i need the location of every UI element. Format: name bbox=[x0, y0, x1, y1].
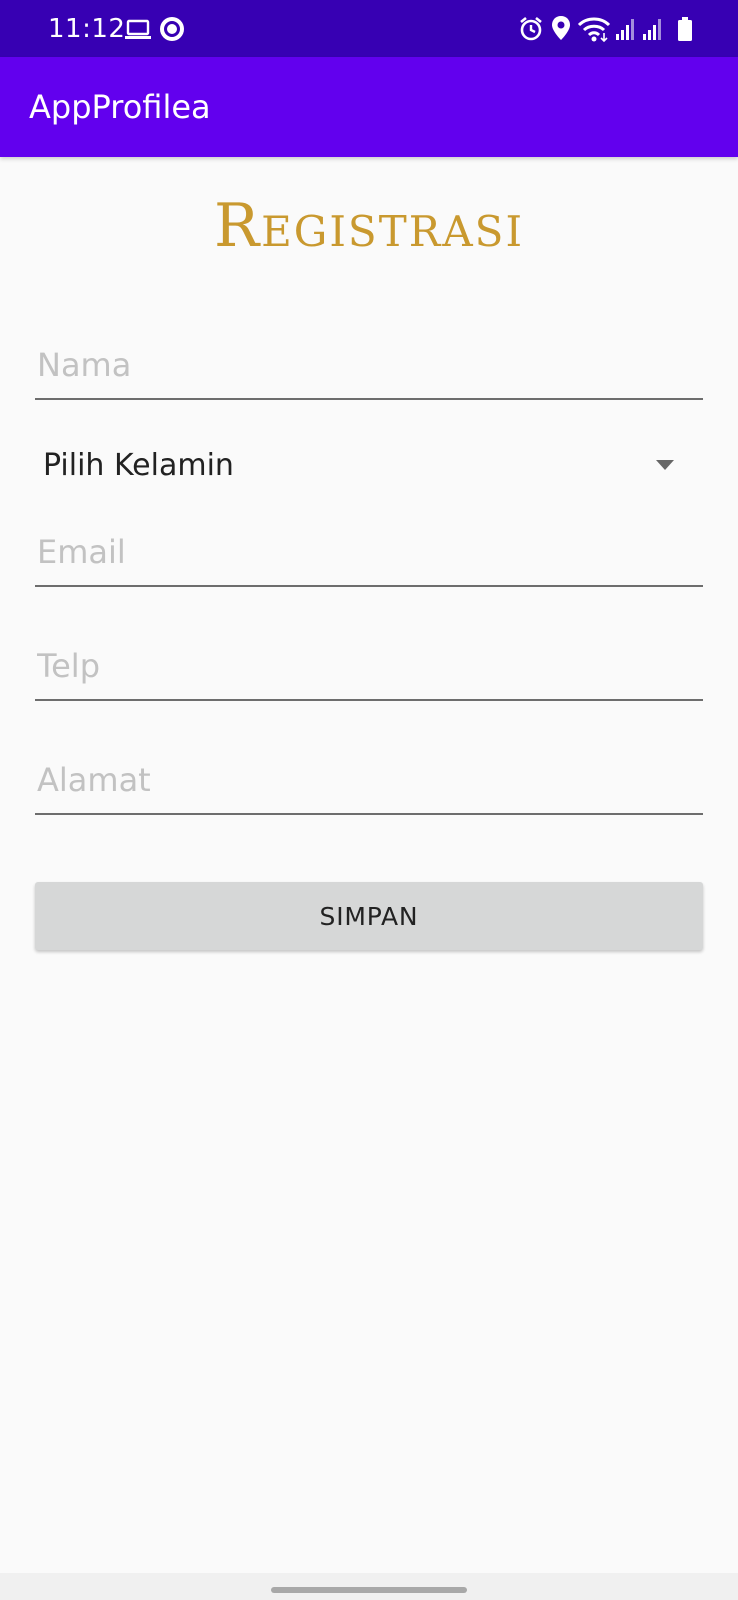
page-heading: Registrasi bbox=[213, 191, 525, 261]
dropdown-arrow-icon bbox=[656, 460, 674, 470]
battery-icon bbox=[678, 17, 692, 41]
laptop-icon bbox=[125, 19, 151, 39]
signal-icon bbox=[616, 19, 634, 40]
gender-spinner[interactable]: Pilih Kelamin bbox=[35, 437, 703, 497]
phone-input[interactable] bbox=[35, 639, 703, 701]
home-gesture-handle[interactable] bbox=[271, 1587, 467, 1593]
status-bar: 11:12 bbox=[0, 0, 738, 57]
alarm-icon bbox=[520, 16, 542, 41]
status-time: 11:12 bbox=[48, 14, 126, 44]
email-input[interactable] bbox=[35, 525, 703, 587]
save-button[interactable]: SIMPAN bbox=[35, 882, 703, 950]
wifi-icon bbox=[577, 17, 611, 43]
app-bar: AppProfilea bbox=[0, 57, 738, 157]
address-input[interactable] bbox=[35, 753, 703, 815]
location-icon bbox=[552, 16, 570, 40]
signal-icon bbox=[643, 19, 661, 40]
app-title: AppProfilea bbox=[29, 88, 211, 126]
sync-icon bbox=[160, 17, 184, 41]
navigation-bar bbox=[0, 1573, 738, 1600]
name-input[interactable] bbox=[35, 338, 703, 400]
gender-spinner-value: Pilih Kelamin bbox=[43, 448, 234, 483]
